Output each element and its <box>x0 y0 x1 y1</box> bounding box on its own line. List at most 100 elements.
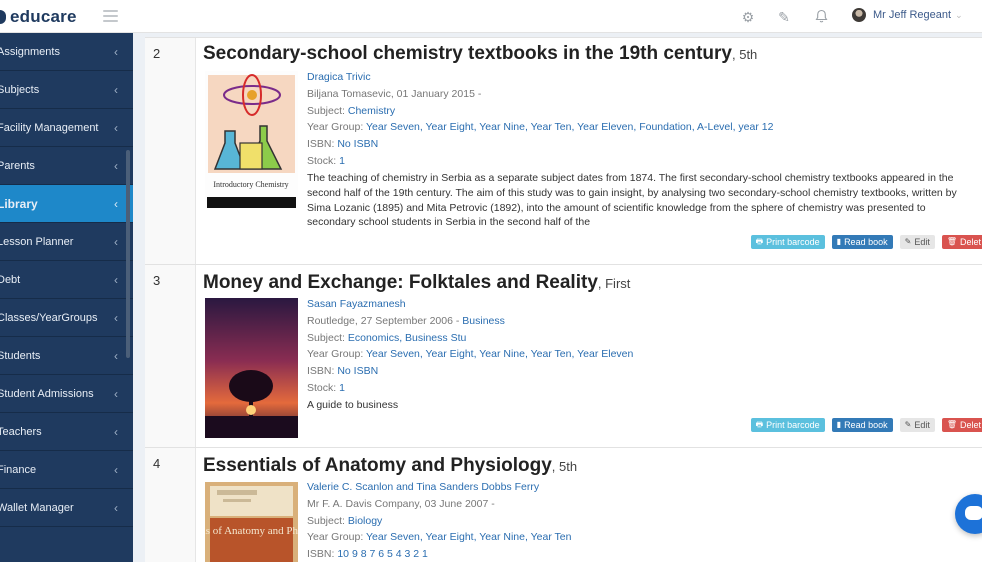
sidebar-item-students[interactable]: Students ‹ <box>0 337 133 375</box>
sidebar: Assignments ‹ Subjects ‹ Facility Management… <box>0 33 133 562</box>
book-subject[interactable]: Chemistry <box>348 105 395 117</box>
read-book-button[interactable]: ▮ Read book <box>831 235 893 249</box>
sidebar-item-label: Students <box>0 349 41 362</box>
book-row: 3 Money and Exchange: Folktales and Real… <box>145 264 982 447</box>
sidebar-item-finance[interactable]: Finance ‹ <box>0 451 133 489</box>
book-title[interactable]: Money and Exchange: Folktales and Realit… <box>203 272 598 293</box>
sidebar-item-label: Assignments <box>0 45 60 58</box>
book-author[interactable]: Sasan Fayazmanesh <box>307 298 406 310</box>
book-author[interactable]: Valerie C. Scanlon and Tina Sanders Dobb… <box>307 481 539 493</box>
sidebar-item-label: Lesson Planner <box>0 235 74 248</box>
chevron-left-icon: ‹ <box>114 158 118 173</box>
sidebar-item-label: Library <box>0 196 38 211</box>
book-publisher: Biljana Tomasevic, 01 January 2015 - <box>307 87 482 100</box>
chevron-left-icon: ‹ <box>114 44 118 59</box>
sidebar-item-label: Student Admissions <box>0 387 94 400</box>
chevron-left-icon: ‹ <box>114 234 118 249</box>
edit-button[interactable]: ✎ Edit <box>899 418 935 432</box>
book-cover[interactable] <box>205 298 298 438</box>
book-row: 2 Secondary-school chemistry textbooks i… <box>145 37 982 264</box>
book-edition: , First <box>597 276 631 291</box>
row-number: 2 <box>145 38 196 264</box>
sidebar-item-assignments[interactable]: Assignments ‹ <box>0 33 133 71</box>
user-name: Mr Jeff Regeant <box>873 9 952 21</box>
print-barcode-button[interactable]: 🖶 Print barcode <box>750 235 825 249</box>
logo[interactable]: educare <box>0 7 77 27</box>
chevron-left-icon: ‹ <box>114 272 118 287</box>
book-description: A guide to business <box>307 399 399 411</box>
print-barcode-button[interactable]: 🖶 Print barcode <box>750 418 825 432</box>
cover-caption: Introductory Chemistry <box>213 180 288 189</box>
book-title[interactable]: Secondary-school chemistry textbooks in … <box>203 43 732 64</box>
chevron-left-icon: ‹ <box>114 348 118 363</box>
sidebar-item-debt[interactable]: Debt ‹ <box>0 261 133 299</box>
chevron-down-icon: ⌄ <box>955 9 963 20</box>
sidebar-scrollbar[interactable] <box>126 150 130 358</box>
book-isbn: 10 9 8 7 6 5 4 3 2 1 <box>337 548 428 561</box>
bell-icon[interactable] <box>813 9 829 25</box>
sidebar-item-teachers[interactable]: Teachers ‹ <box>0 413 133 451</box>
row-number: 3 <box>145 265 196 447</box>
gear-icon[interactable]: ⚙ <box>740 9 756 25</box>
read-book-button[interactable]: ▮ Read book <box>831 418 893 432</box>
edit-button[interactable]: ✎ Edit <box>899 235 935 249</box>
sidebar-item-lesson-planner[interactable]: Lesson Planner ‹ <box>0 223 133 261</box>
book-cover[interactable]: Essentials of Anatomy and Physiology <box>205 482 298 562</box>
top-navbar: educare ⚙ ✎ Mr Jeff Regeant ⌄ <box>0 0 982 33</box>
book-year-groups[interactable]: Year Seven, Year Eight, Year Nine, Year … <box>366 348 633 360</box>
book-publisher: Mr F. A. Davis Company, 03 June 2007 - <box>307 497 495 510</box>
sidebar-item-subjects[interactable]: Subjects ‹ <box>0 71 133 109</box>
sidebar-item-library[interactable]: Library ‹ <box>0 185 133 223</box>
edit-icon: ✎ <box>904 420 912 429</box>
delete-button[interactable]: 🗑 Delet <box>941 235 982 249</box>
book-subject[interactable]: Biology <box>348 515 382 527</box>
sidebar-item-facility-management[interactable]: Facility Management ‹ <box>0 109 133 147</box>
trash-icon: 🗑 <box>946 420 957 429</box>
sidebar-item-label: Debt <box>0 273 21 286</box>
sidebar-item-student-admissions[interactable]: Student Admissions ‹ <box>0 375 133 413</box>
book-category[interactable]: Business <box>462 315 505 327</box>
user-menu[interactable]: Mr Jeff Regeant ⌄ <box>852 8 963 22</box>
book-stock: 1 <box>339 154 345 167</box>
sidebar-item-label: Wallet Manager <box>0 501 74 514</box>
sidebar-item-label: Subjects <box>0 83 40 96</box>
sidebar-item-label: Facility Management <box>0 121 99 134</box>
delete-button[interactable]: 🗑 Delet <box>941 418 982 432</box>
avatar <box>852 8 866 22</box>
book-isbn: No ISBN <box>337 138 379 151</box>
sidebar-item-label: Finance <box>0 463 37 476</box>
sidebar-item-parents[interactable]: Parents ‹ <box>0 147 133 185</box>
book-description: The teaching of chemistry in Serbia as a… <box>307 172 957 229</box>
chevron-left-icon: ‹ <box>114 82 118 97</box>
book-title[interactable]: Essentials of Anatomy and Physiology <box>203 455 552 476</box>
book-publisher: Routledge, 27 September 2006 - <box>307 314 463 327</box>
book-author[interactable]: Dragica Trivic <box>307 71 371 83</box>
chevron-left-icon: ‹ <box>114 120 118 135</box>
logo-text: educare <box>10 7 77 26</box>
chevron-left-icon: ‹ <box>114 386 118 401</box>
print-icon: 🖶 <box>755 237 764 246</box>
book-isbn: No ISBN <box>337 365 379 378</box>
book-cover[interactable]: Introductory Chemistry <box>205 71 298 208</box>
sidebar-item-wallet-manager[interactable]: Wallet Manager ‹ <box>0 489 133 527</box>
book-year-groups[interactable]: Year Seven, Year Eight, Year Nine, Year … <box>366 121 773 133</box>
chevron-left-icon: ‹ <box>114 310 118 325</box>
book-subject[interactable]: Economics, Business Stu <box>348 332 466 344</box>
sidebar-item-classes-yeargroups[interactable]: Classes/YearGroups ‹ <box>0 299 133 337</box>
cover-title: Essentials of Anatomy and Physiology <box>205 525 298 537</box>
book-list: 2 Secondary-school chemistry textbooks i… <box>145 37 982 562</box>
menu-toggle-icon[interactable] <box>103 10 118 22</box>
edit-icon[interactable]: ✎ <box>776 9 792 25</box>
chat-bubble-icon <box>965 506 982 520</box>
sidebar-item-label: Teachers <box>0 425 42 438</box>
chevron-left-icon: ‹ <box>114 424 118 439</box>
sidebar-item-label: Parents <box>0 159 35 172</box>
sidebar-item-label: Classes/YearGroups <box>0 311 98 324</box>
book-edition: , 5th <box>551 459 578 474</box>
book-edition: , 5th <box>731 47 758 62</box>
print-icon: 🖶 <box>755 420 764 429</box>
row-number: 4 <box>145 448 196 562</box>
chevron-left-icon: ‹ <box>114 196 118 211</box>
file-icon: ▮ <box>836 237 842 246</box>
book-year-groups[interactable]: Year Seven, Year Eight, Year Nine, Year … <box>366 531 572 543</box>
